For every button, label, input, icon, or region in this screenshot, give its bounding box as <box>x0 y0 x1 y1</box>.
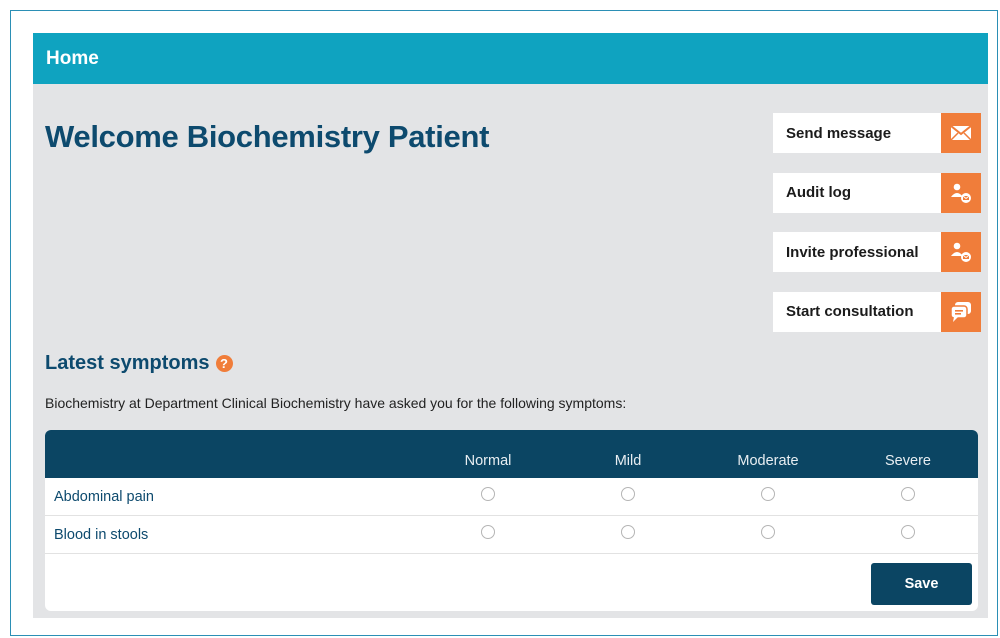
radio-cell <box>558 525 698 544</box>
latest-symptoms-title: Latest symptoms <box>45 352 210 374</box>
send-message-label: Send message <box>786 124 892 142</box>
chat-bubbles-icon <box>941 291 981 332</box>
radio-severe[interactable] <box>901 487 915 501</box>
person-message-icon <box>941 172 981 213</box>
radio-moderate[interactable] <box>761 525 775 539</box>
column-header-moderate: Moderate <box>737 453 799 469</box>
welcome-heading: Welcome Biochemistry Patient <box>45 119 490 154</box>
column-header-normal: Normal <box>464 453 512 469</box>
table-header-row: Normal Mild Moderate Severe <box>45 430 978 478</box>
page-title[interactable]: Home <box>46 48 99 70</box>
top-bar: Home <box>33 33 988 84</box>
action-panel: Send message Audit log Invite profession… <box>773 113 981 351</box>
audit-log-button[interactable]: Audit log <box>773 172 981 213</box>
column-header-severe: Severe <box>885 453 931 469</box>
radio-cell <box>418 487 558 506</box>
envelope-icon <box>941 113 981 153</box>
radio-normal[interactable] <box>481 487 495 501</box>
symptoms-table: Normal Mild Moderate Severe Abdominal pa… <box>45 430 978 611</box>
invite-professional-button[interactable]: Invite professional <box>773 232 981 272</box>
send-message-button[interactable]: Send message <box>773 113 981 153</box>
latest-symptoms-heading: Latest symptoms ? <box>45 352 233 375</box>
symptom-label: Blood in stools <box>54 526 149 543</box>
save-button[interactable]: Save <box>871 563 972 605</box>
radio-moderate[interactable] <box>761 487 775 501</box>
radio-cell <box>698 525 838 544</box>
app-window: Home Welcome Biochemistry Patient Send m… <box>33 33 988 618</box>
radio-normal[interactable] <box>481 525 495 539</box>
table-row: Abdominal pain <box>45 478 978 516</box>
column-header-mild: Mild <box>614 453 642 469</box>
question-icon[interactable]: ? <box>215 355 233 372</box>
start-consultation-button[interactable]: Start consultation <box>773 291 981 332</box>
radio-mild[interactable] <box>621 487 635 501</box>
person-message-icon <box>941 232 981 272</box>
radio-cell <box>418 525 558 544</box>
radio-mild[interactable] <box>621 525 635 539</box>
radio-cell <box>698 487 838 506</box>
audit-log-label: Audit log <box>786 184 851 201</box>
radio-cell <box>838 525 978 544</box>
start-consultation-label: Start consultation <box>786 303 914 320</box>
radio-severe[interactable] <box>901 525 915 539</box>
symptoms-description: Biochemistry at Department Clinical Bioc… <box>45 395 627 411</box>
symptom-label: Abdominal pain <box>54 488 154 505</box>
radio-cell <box>558 487 698 506</box>
invite-professional-label: Invite professional <box>786 243 919 261</box>
table-row: Blood in stools <box>45 516 978 554</box>
radio-cell <box>838 487 978 506</box>
